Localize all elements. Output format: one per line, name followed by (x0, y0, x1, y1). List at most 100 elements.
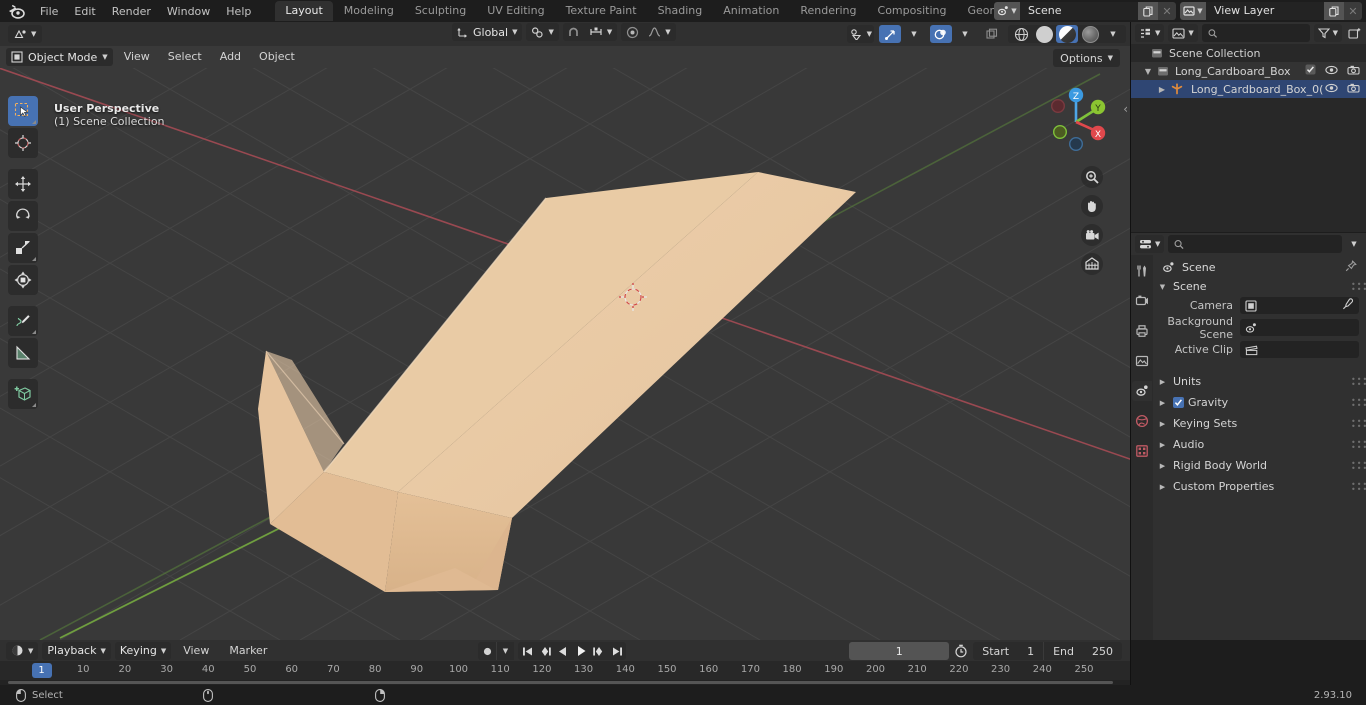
tab-tool-properties[interactable] (1132, 261, 1152, 281)
tool-measure[interactable] (8, 338, 38, 368)
snapping-controls[interactable]: ▼ (562, 23, 618, 41)
properties-search-input[interactable] (1189, 237, 1336, 251)
outliner-display-mode-selector[interactable]: ▼ (1168, 24, 1198, 42)
tab-uv-editing[interactable]: UV Editing (477, 1, 554, 21)
chevron-down-icon[interactable]: ▼ (665, 28, 670, 36)
tool-scale[interactable] (8, 233, 38, 263)
new-view-layer-button[interactable] (1324, 2, 1344, 20)
timeline-menu-view[interactable]: View (175, 642, 217, 660)
gizmo-options-chevron[interactable]: ▼ (903, 25, 925, 43)
tool-cursor[interactable] (8, 128, 38, 158)
timeline-editor-type-selector[interactable]: ▼ (6, 641, 39, 660)
expand-triangle-icon[interactable]: ▼ (1158, 283, 1167, 291)
outliner-search-input[interactable] (1221, 26, 1304, 40)
tab-layout[interactable]: Layout (275, 1, 333, 21)
tab-view-layer-properties[interactable] (1132, 351, 1152, 371)
tab-animation[interactable]: Animation (713, 1, 789, 21)
timeline-ruler[interactable]: 10 20 30 40 50 60 70 80 90 100 110 120 130 140 150 160 1… (0, 661, 1130, 680)
sidebar-collapse-arrow-icon[interactable]: ‹ (1123, 102, 1128, 116)
pivot-point-selector[interactable]: ▼ (526, 23, 559, 41)
blender-logo-icon[interactable] (6, 2, 26, 20)
outliner-row-object[interactable]: ▶ Long_Cardboard_Box_0( (1131, 80, 1366, 98)
tab-compositing[interactable]: Compositing (868, 1, 957, 21)
interaction-mode-selector[interactable]: Object Mode ▼ (6, 48, 113, 66)
proportional-edit-icon[interactable] (621, 23, 643, 41)
field-input-background-scene[interactable] (1240, 319, 1359, 336)
tool-annotate[interactable] (8, 306, 38, 336)
tab-object-properties[interactable] (1132, 441, 1152, 461)
tab-scene-properties[interactable] (1132, 381, 1152, 401)
outliner-row-scene-collection[interactable]: Scene Collection (1131, 44, 1366, 62)
auto-keying-options-chevron[interactable]: ▼ (496, 642, 514, 660)
next-keyframe-icon[interactable] (590, 642, 608, 660)
viewport-menu-add[interactable]: Add (213, 48, 248, 66)
overlays-toggle[interactable] (930, 25, 952, 43)
menu-edit[interactable]: Edit (66, 3, 103, 20)
viewport-3d-canvas[interactable]: User Perspective (1) Scene Collection Z … (0, 68, 1130, 640)
tab-output-properties[interactable] (1132, 321, 1152, 341)
record-icon[interactable] (478, 642, 496, 660)
tab-sculpting[interactable]: Sculpting (405, 1, 476, 21)
tab-rendering[interactable]: Rendering (790, 1, 866, 21)
viewport-menu-view[interactable]: View (117, 48, 157, 66)
viewport-menu-select[interactable]: Select (161, 48, 209, 66)
tab-modeling[interactable]: Modeling (334, 1, 404, 21)
previous-keyframe-icon[interactable] (536, 642, 554, 660)
navigation-gizmo[interactable]: Z Y X (1040, 82, 1112, 154)
proportional-editing-controls[interactable]: ▼ (621, 23, 676, 41)
field-input-active-clip[interactable] (1240, 341, 1359, 358)
keying-menu[interactable]: Keying ▼ (114, 641, 172, 660)
falloff-curve-icon[interactable] (643, 23, 665, 41)
checkbox-exclude-icon[interactable] (1305, 64, 1316, 78)
tab-shading[interactable]: Shading (648, 1, 713, 21)
panel-custom-properties[interactable]: ▶ Custom Properties •••••••• (1153, 476, 1366, 497)
snap-magnet-icon[interactable] (563, 23, 585, 41)
expand-triangle-icon[interactable]: ▶ (1158, 420, 1167, 428)
properties-options-chevron[interactable]: ▼ (1346, 236, 1362, 252)
end-frame-field[interactable]: End 250 (1043, 642, 1122, 660)
outliner-filter-button[interactable]: ▼ (1313, 24, 1342, 42)
gravity-checkbox[interactable] (1173, 397, 1184, 408)
eye-icon[interactable] (1325, 65, 1338, 78)
overlays-options-chevron[interactable]: ▼ (954, 25, 976, 43)
solid-shading-button[interactable] (1033, 25, 1055, 43)
tab-render-properties[interactable] (1132, 291, 1152, 311)
properties-search-field[interactable] (1168, 235, 1342, 253)
visibility-selector[interactable]: ▼ (846, 25, 874, 43)
tool-tweak-select[interactable] (8, 96, 38, 126)
tool-add-cube[interactable] (8, 379, 38, 409)
play-reverse-icon[interactable] (554, 642, 572, 660)
expand-triangle-icon[interactable]: ▶ (1158, 441, 1167, 449)
xray-toggle[interactable] (981, 25, 1003, 43)
current-frame-field[interactable]: 1 (849, 642, 950, 660)
wireframe-shading-button[interactable] (1010, 25, 1032, 43)
tab-texture-paint[interactable]: Texture Paint (556, 1, 647, 21)
chevron-down-icon[interactable]: ▼ (867, 30, 872, 38)
outliner-new-collection-button[interactable] (1346, 25, 1362, 41)
timeline-menu-marker[interactable]: Marker (221, 642, 275, 660)
expand-triangle-icon[interactable]: ▶ (1155, 85, 1169, 94)
material-preview-shading-button[interactable] (1056, 25, 1078, 43)
camera-render-icon[interactable] (1347, 65, 1360, 78)
transform-orientation-selector[interactable]: Global ▼ (452, 23, 523, 41)
properties-editor-type-selector[interactable]: ▼ (1135, 235, 1165, 253)
snap-target-icon[interactable] (585, 23, 607, 41)
start-frame-field[interactable]: Start 1 (973, 642, 1043, 660)
eye-icon[interactable] (1325, 83, 1338, 96)
new-scene-button[interactable] (1138, 2, 1158, 20)
scene-name[interactable]: Scene (1020, 2, 1138, 20)
editor-type-selector[interactable]: ▼ (8, 25, 43, 43)
toggle-orthographic-icon[interactable] (1081, 253, 1103, 275)
tool-options-button[interactable]: Options ▼ (1053, 49, 1120, 67)
jump-to-end-icon[interactable] (608, 642, 626, 660)
scene-icon[interactable]: ▼ (994, 2, 1020, 20)
eyedropper-icon[interactable] (1342, 298, 1354, 313)
menu-file[interactable]: File (32, 3, 66, 20)
outliner-search-field[interactable] (1201, 24, 1310, 42)
zoom-icon[interactable] (1081, 166, 1103, 188)
pan-hand-icon[interactable] (1081, 195, 1103, 217)
panel-keying-sets[interactable]: ▶ Keying Sets •••••••• (1153, 413, 1366, 434)
expand-triangle-icon[interactable]: ▶ (1158, 399, 1167, 407)
camera-view-icon[interactable] (1081, 224, 1103, 246)
jump-to-start-icon[interactable] (518, 642, 536, 660)
